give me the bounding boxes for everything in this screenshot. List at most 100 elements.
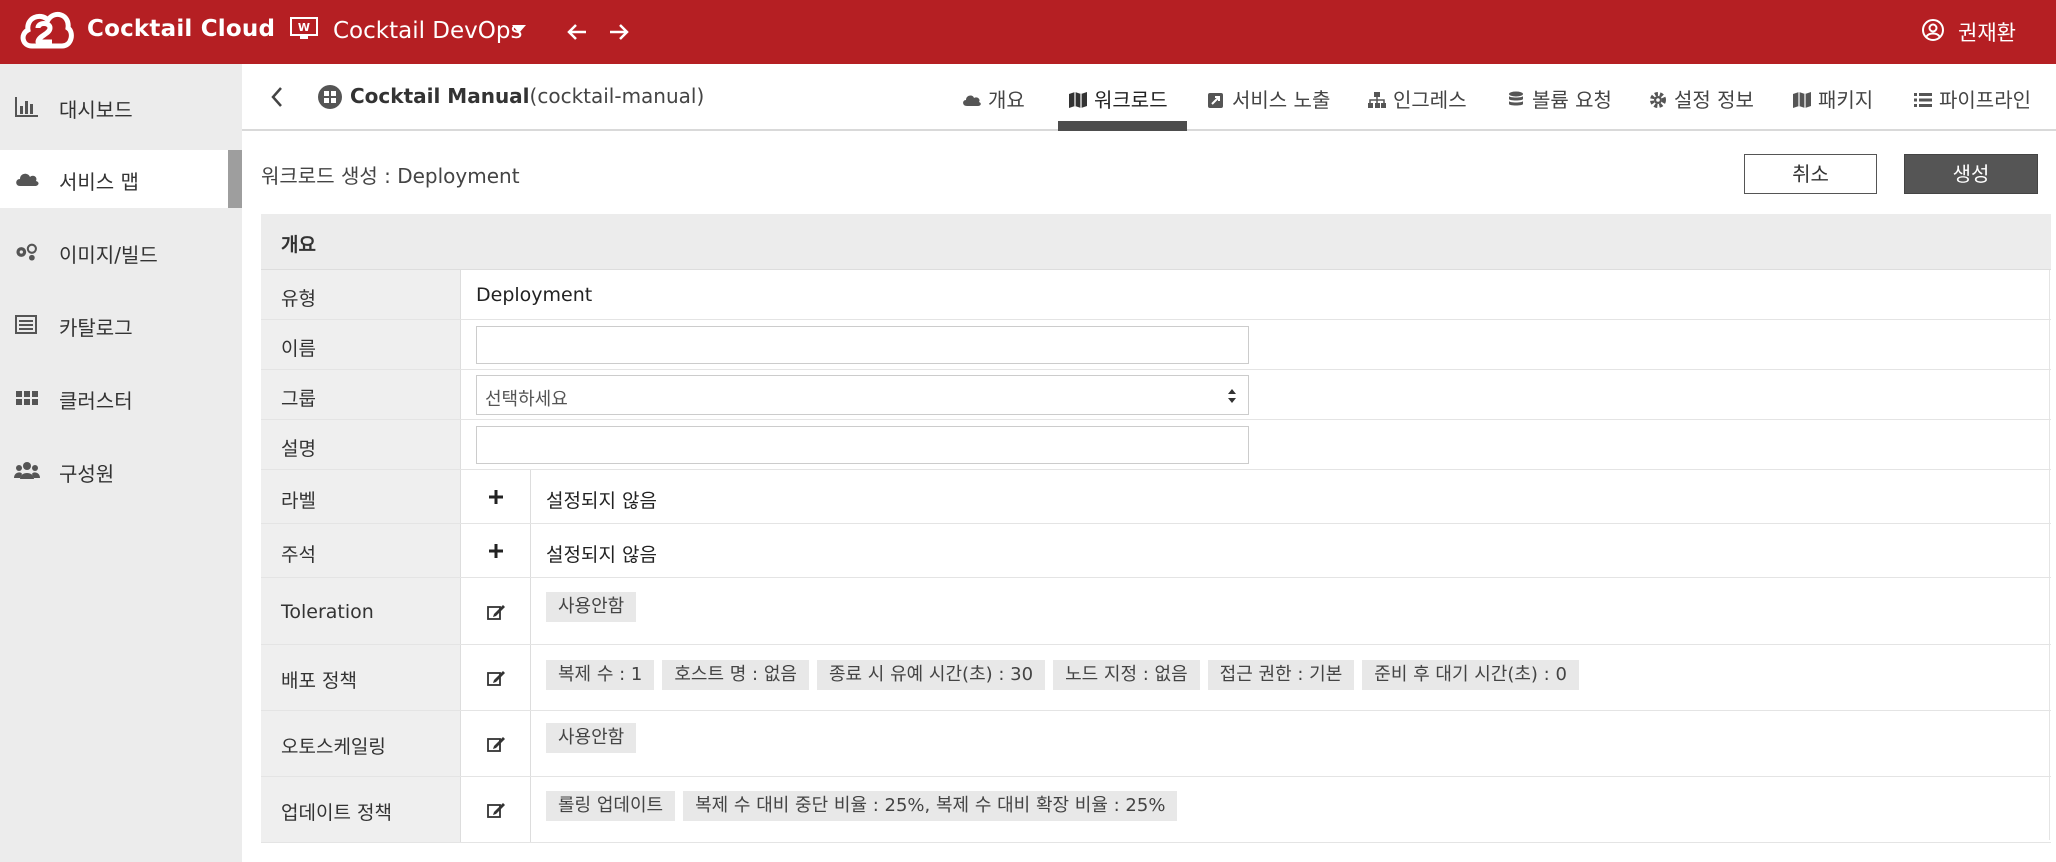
sort-arrows-icon	[1228, 389, 1236, 403]
sitemap-icon	[1368, 92, 1386, 108]
tab-workload[interactable]: 워크로드	[1068, 84, 1168, 114]
add-annotation-button[interactable]	[461, 524, 531, 577]
cloud-icon	[963, 95, 981, 106]
field-label-cell: 유형	[261, 270, 461, 319]
form-row-autoscaling: 오토스케일링 사용안함	[261, 711, 2051, 777]
plus-icon	[489, 544, 503, 558]
field-label: 업데이트 정책	[281, 802, 392, 824]
user-name[interactable]: 권재환	[1958, 17, 2016, 47]
form-row-type: 유형 Deployment	[261, 270, 2051, 320]
gear-icon	[1650, 92, 1666, 108]
tab-pipeline[interactable]: 파이프라인	[1913, 84, 2031, 114]
description-input[interactable]	[476, 426, 1249, 464]
edit-deploy-policy-button[interactable]	[461, 645, 531, 710]
project-icon	[318, 85, 342, 109]
sidebar-item-dashboard[interactable]: 대시보드	[0, 78, 242, 136]
deploy-policy-chips: 복제 수 : 1 호스트 명 : 없음 종료 시 유예 시간(초) : 30 노드 지…	[546, 660, 1587, 690]
sidebar-item-label: 서비스 맵	[59, 170, 139, 194]
sidebar-item-label: 이미지/빌드	[59, 243, 158, 267]
section-title: 개요	[281, 234, 316, 256]
field-label: 유형	[281, 288, 316, 310]
tab-label: 볼륨 요청	[1532, 88, 1612, 112]
sidebar-item-service-map[interactable]: 서비스 맵	[0, 150, 242, 208]
field-label: 오토스케일링	[281, 736, 386, 758]
sidebar-item-label: 대시보드	[59, 98, 133, 122]
chevron-left-icon[interactable]	[268, 84, 286, 110]
edit-autoscaling-button[interactable]	[461, 711, 531, 776]
sidebar: 대시보드 서비스 맵 이미지/빌드 카탈로그 클러스터 구성원	[0, 64, 242, 862]
edit-update-policy-button[interactable]	[461, 777, 531, 842]
sidebar-item-members[interactable]: 구성원	[0, 442, 242, 500]
labels-value: 설정되지 않음	[546, 490, 657, 512]
add-label-button[interactable]	[461, 470, 531, 523]
field-label-cell: 업데이트 정책	[261, 777, 461, 842]
field-label-cell: 그룹	[261, 370, 461, 419]
users-icon	[14, 462, 40, 479]
tab-label: 파이프라인	[1939, 88, 2031, 112]
sidebar-item-image-build[interactable]: 이미지/빌드	[0, 223, 242, 281]
plus-icon	[489, 490, 503, 504]
toleration-value: 사용안함	[546, 592, 644, 622]
tab-overview[interactable]: 개요	[962, 84, 1025, 114]
tab-ingress[interactable]: 인그레스	[1367, 84, 1467, 114]
svg-text:W: W	[298, 21, 310, 34]
edit-icon	[487, 671, 505, 686]
workspace-selector[interactable]: Cocktail DevOps	[333, 18, 522, 44]
edit-toleration-button[interactable]	[461, 578, 531, 644]
field-label: 그룹	[281, 388, 316, 410]
list-icon	[1914, 93, 1932, 107]
user-circle-icon[interactable]	[1921, 18, 1945, 42]
cancel-button[interactable]: 취소	[1744, 154, 1877, 194]
tab-label: 서비스 노출	[1232, 88, 1331, 112]
map-icon	[1793, 92, 1811, 108]
edit-icon	[487, 605, 505, 620]
policy-chip: 준비 후 대기 시간(초) : 0	[1362, 660, 1579, 690]
create-button[interactable]: 생성	[1904, 154, 2038, 194]
field-label: 설명	[281, 438, 316, 460]
annotations-value: 설정되지 않음	[546, 544, 657, 566]
form-row-toleration: Toleration 사용안함	[261, 578, 2051, 645]
sidebar-item-catalog[interactable]: 카탈로그	[0, 296, 242, 354]
field-label: 이름	[281, 338, 316, 360]
tab-volume-request[interactable]: 볼륨 요청	[1506, 84, 1612, 114]
form-row-description: 설명	[261, 420, 2051, 470]
policy-chip: 노드 지정 : 없음	[1053, 660, 1200, 690]
sidebar-item-label: 클러스터	[59, 389, 133, 413]
tab-config-info[interactable]: 설정 정보	[1648, 84, 1754, 114]
name-input[interactable]	[476, 326, 1249, 364]
tab-label: 인그레스	[1393, 88, 1467, 112]
policy-chip: 호스트 명 : 없음	[662, 660, 809, 690]
status-chip: 사용안함	[546, 592, 637, 622]
tab-package[interactable]: 패키지	[1792, 84, 1873, 114]
project-id: (cocktail-manual)	[529, 84, 705, 108]
tab-label: 개요	[988, 88, 1025, 112]
arrow-right-icon[interactable]	[606, 18, 630, 46]
group-select[interactable]: 선택하세요	[476, 375, 1249, 415]
monitor-icon: W	[290, 17, 318, 39]
field-label-cell: 오토스케일링	[261, 711, 461, 776]
autoscaling-value: 사용안함	[546, 723, 644, 753]
chevron-down-icon[interactable]	[512, 25, 526, 33]
form-row-group: 그룹 선택하세요	[261, 370, 2051, 420]
type-value: Deployment	[476, 284, 593, 306]
form-row-annotations: 주석 설정되지 않음	[261, 524, 2051, 578]
table-border	[2049, 270, 2050, 840]
policy-chip: 롤링 업데이트	[546, 791, 676, 821]
page-title: 워크로드 생성 : Deployment	[261, 164, 520, 188]
field-label: Toleration	[281, 601, 374, 623]
policy-chip: 복제 수 대비 중단 비율 : 25%, 복제 수 대비 확장 비율 : 25%	[683, 791, 1178, 821]
active-tab-indicator	[1058, 121, 1187, 131]
tab-service-exposure[interactable]: 서비스 노출	[1206, 84, 1330, 114]
field-label-cell: 주석	[261, 524, 461, 577]
field-label-cell: 이름	[261, 320, 461, 369]
field-label: 배포 정책	[281, 670, 357, 692]
group-select-placeholder: 선택하세요	[485, 389, 568, 410]
status-chip: 사용안함	[546, 723, 637, 753]
arrow-left-icon[interactable]	[566, 18, 590, 46]
sidebar-item-label: 카탈로그	[59, 316, 133, 340]
sidebar-item-cluster[interactable]: 클러스터	[0, 369, 242, 427]
cocktail-cloud-logo[interactable]	[18, 6, 74, 58]
map-icon	[1069, 92, 1087, 108]
brand-name[interactable]: Cocktail Cloud	[87, 16, 275, 42]
list-alt-icon	[15, 315, 37, 334]
